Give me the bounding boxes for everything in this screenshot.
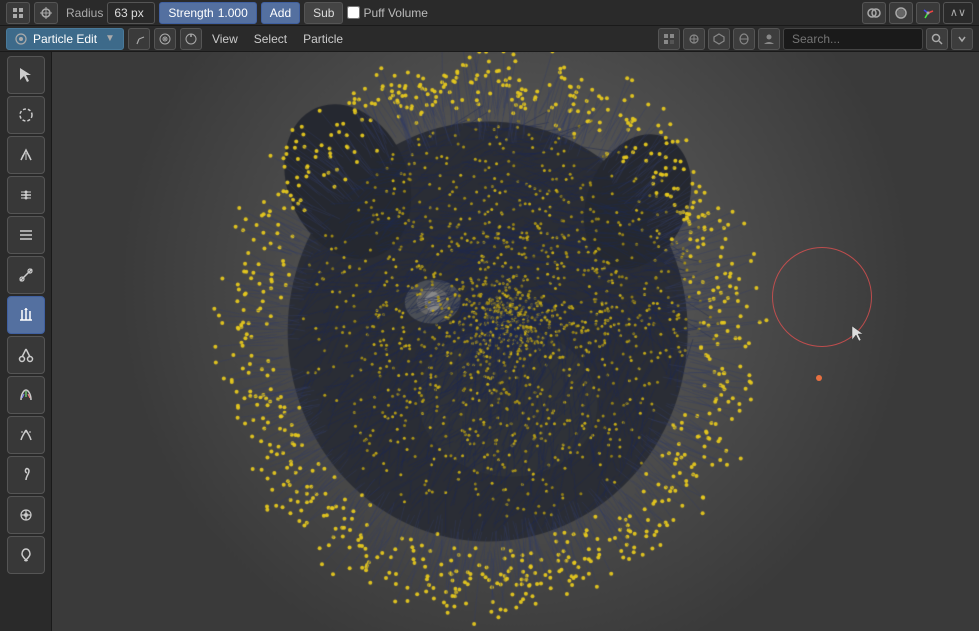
brush-tool-button[interactable] <box>7 536 45 574</box>
add-button[interactable]: Add <box>261 2 300 24</box>
main-area <box>0 52 979 631</box>
proportional-editing-icon[interactable] <box>154 28 176 50</box>
strength-control[interactable]: Strength 1.000 <box>159 2 256 24</box>
menu-expand-icon[interactable] <box>951 28 973 50</box>
radius-label: Radius <box>66 6 103 20</box>
smooth-tool-button[interactable] <box>7 176 45 214</box>
transform-orientations-icon[interactable] <box>128 28 150 50</box>
curl-tool-button[interactable] <box>7 456 45 494</box>
circle-select-button[interactable] <box>7 96 45 134</box>
snap-icon[interactable] <box>180 28 202 50</box>
mode-dropdown-arrow: ▼ <box>105 33 115 44</box>
left-toolbar <box>0 52 52 631</box>
mode-dropdown[interactable]: Particle Edit ▼ <box>6 28 124 50</box>
select-tool-button[interactable] <box>7 56 45 94</box>
header-right-icons: ∧ ∨ <box>862 2 973 24</box>
sub-button[interactable]: Sub <box>304 2 343 24</box>
viewport-option-2[interactable] <box>683 28 705 50</box>
overlay-icon[interactable] <box>862 2 886 24</box>
viewport-canvas <box>52 52 979 631</box>
header-row2: Particle Edit ▼ View Select Particle <box>0 26 979 52</box>
viewport-option-3[interactable] <box>708 28 730 50</box>
particle-menu[interactable]: Particle <box>297 30 349 48</box>
search-input[interactable] <box>783 28 923 50</box>
view-menu[interactable]: View <box>206 30 244 48</box>
viewport-option-1[interactable] <box>658 28 680 50</box>
cut-tool-button[interactable] <box>7 336 45 374</box>
gizmo-icon[interactable] <box>916 2 940 24</box>
length-tool-button[interactable] <box>7 256 45 294</box>
merge-tool-button[interactable] <box>7 496 45 534</box>
brush-hit-dot <box>816 375 822 381</box>
select-menu[interactable]: Select <box>248 30 293 48</box>
workspace-icon[interactable] <box>34 2 58 24</box>
puff-tool-button[interactable] <box>7 296 45 334</box>
add-tool-button[interactable] <box>7 216 45 254</box>
viewport-option-5[interactable] <box>758 28 780 50</box>
puff-volume-toggle[interactable]: Puff Volume <box>347 6 428 20</box>
editor-type-icon[interactable] <box>6 2 30 24</box>
viewport[interactable] <box>52 52 979 631</box>
comb-tool-button[interactable] <box>7 136 45 174</box>
straighten-tool-button[interactable] <box>7 416 45 454</box>
search-icon[interactable] <box>926 28 948 50</box>
radius-value[interactable]: 63 px <box>107 2 155 24</box>
search-bar-area <box>658 28 973 50</box>
weight-tool-button[interactable] <box>7 376 45 414</box>
viewport-option-4[interactable] <box>733 28 755 50</box>
viewport-shading-icon[interactable] <box>889 2 913 24</box>
top-toolbar: Radius 63 px Strength 1.000 Add Sub Puff… <box>0 0 979 26</box>
zoom-level[interactable]: ∧ ∨ <box>943 2 973 24</box>
